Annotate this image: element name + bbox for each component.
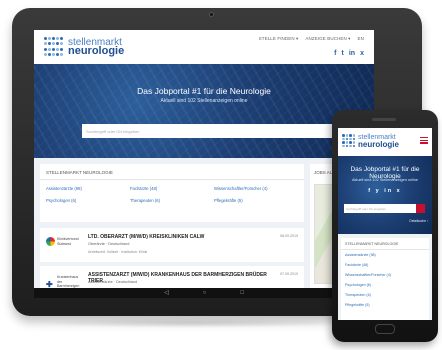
site-logo[interactable]: stellenmarkt neurologie <box>44 37 124 57</box>
hero-title: Das Jobportal #1 für die Neurologie <box>137 86 271 96</box>
category-link[interactable]: Pflegekräfte (5) <box>214 198 298 203</box>
social-links: f t in x <box>334 50 364 57</box>
mobile-panel-title: STELLENMARKT NEUROLOGIE <box>341 238 429 250</box>
phone-device: stellenmarkt neurologie Das Jobportal #1… <box>332 110 438 342</box>
nav-anzeige-buchen[interactable]: ANZEIGE BUCHEN ▾ <box>305 36 350 42</box>
category-link[interactable]: Psychologen (6) <box>341 280 429 290</box>
job-date: 08.09.2019 <box>280 234 298 238</box>
home-icon[interactable]: ○ <box>203 290 207 296</box>
mobile-social-icons[interactable]: f y in x <box>338 188 432 194</box>
logo-dots-icon <box>342 134 356 148</box>
device-shadow <box>40 318 340 328</box>
hero-subtitle: Aktuell sind 102 Stellenanzeigen online <box>160 98 248 104</box>
site-header: stellenmarkt neurologie STELLE FINDEN ▾ … <box>34 30 374 64</box>
job-date: 07.09.2019 <box>280 272 298 276</box>
recents-icon[interactable]: □ <box>240 290 244 296</box>
hamburger-menu-icon[interactable] <box>420 137 428 145</box>
category-link[interactable]: Pflegekräfte (5) <box>341 300 429 310</box>
nav-language[interactable]: EN <box>358 36 364 42</box>
detail-search-link[interactable]: Detailsuche › <box>409 219 428 223</box>
xing-icon[interactable]: x <box>360 50 364 57</box>
mobile-hero-subtitle: Aktuell sind 102 Stellenanzeigen online <box>351 178 419 182</box>
mobile-hero: Das Jobportal #1 für die Neurologie Aktu… <box>338 156 432 234</box>
linkedin-icon[interactable]: in <box>349 50 355 57</box>
job-meta: Arbeitszeit: Vollzeit · Institution: Kli… <box>88 250 148 254</box>
mobile-header: stellenmarkt neurologie <box>338 128 432 156</box>
mobile-content: STELLENMARKT NEUROLOGIE Assistenzärzte (… <box>338 234 432 320</box>
category-link[interactable]: Therapeuten (6) <box>130 198 214 203</box>
phone-home-button[interactable] <box>375 324 395 334</box>
mobile-search-input[interactable]: Suchbegriff oder Ort eingeben <box>344 204 416 213</box>
category-link[interactable]: Fachärzte (48) <box>341 260 429 270</box>
logo-dots-icon <box>44 37 64 57</box>
job-location: Oberärzte · Deutschland <box>88 242 130 246</box>
phone-speaker <box>372 118 396 121</box>
logo-line2: neurologie <box>358 140 399 149</box>
logo-line2: neurologie <box>68 45 125 57</box>
content-area: STELLENMARKT NEUROLOGIE Assistenzärzte (… <box>34 158 374 298</box>
category-link[interactable]: Therapeuten (6) <box>341 290 429 300</box>
nav-stelle-finden[interactable]: STELLE FINDEN ▾ <box>259 36 299 42</box>
mobile-category-list: Assistenzärzte (98) Fachärzte (48) Wisse… <box>341 250 429 310</box>
panel-title: STELLENMARKT NEUROLOGIE <box>40 164 304 180</box>
mobile-logo[interactable]: stellenmarkt neurologie <box>342 134 399 149</box>
category-link[interactable]: Wissenschaftler/Forscher (4) <box>214 186 298 191</box>
job-listing[interactable]: Klinikverbund Südwest LTD. OBERARZT (M/W… <box>40 228 304 262</box>
back-icon[interactable]: ◁ <box>164 290 169 296</box>
categories-panel: STELLENMARKT NEUROLOGIE Assistenzärzte (… <box>40 164 304 222</box>
main-nav: STELLE FINDEN ▾ ANZEIGE BUCHEN ▾ EN <box>259 36 364 42</box>
mobile-categories-panel: STELLENMARKT NEUROLOGIE Assistenzärzte (… <box>341 238 429 320</box>
category-link[interactable]: Psychologen (6) <box>46 198 130 203</box>
hero-banner: Das Jobportal #1 für die Neurologie Aktu… <box>34 64 374 158</box>
phone-screen: stellenmarkt neurologie Das Jobportal #1… <box>338 128 432 320</box>
tablet-screen: stellenmarkt neurologie STELLE FINDEN ▾ … <box>34 30 374 298</box>
category-link[interactable]: Assistenzärzte (98) <box>46 186 130 191</box>
twitter-icon[interactable]: t <box>342 50 344 57</box>
facebook-icon[interactable]: f <box>334 50 336 57</box>
tablet-camera <box>209 12 214 17</box>
employer-logo: Klinikverbund Südwest <box>46 237 79 246</box>
search-input[interactable]: Suchbegriff oder Ort eingeben <box>82 124 332 138</box>
category-link[interactable]: Wissenschaftler/Forscher (4) <box>341 270 429 280</box>
employer-logo-icon <box>46 237 55 246</box>
job-title[interactable]: LTD. OBERARZT (M/W/D) KREISKLINIKEN CALW <box>88 234 268 240</box>
category-link[interactable]: Assistenzärzte (98) <box>341 250 429 260</box>
tablet-nav-bar: ◁ ○ □ <box>34 288 374 298</box>
category-link[interactable]: Fachärzte (48) <box>130 186 214 191</box>
mobile-search-button[interactable] <box>416 204 425 213</box>
category-list: Assistenzärzte (98) Fachärzte (48) Wisse… <box>40 180 304 203</box>
job-location: Assistenzärzte · Deutschland <box>88 280 138 284</box>
